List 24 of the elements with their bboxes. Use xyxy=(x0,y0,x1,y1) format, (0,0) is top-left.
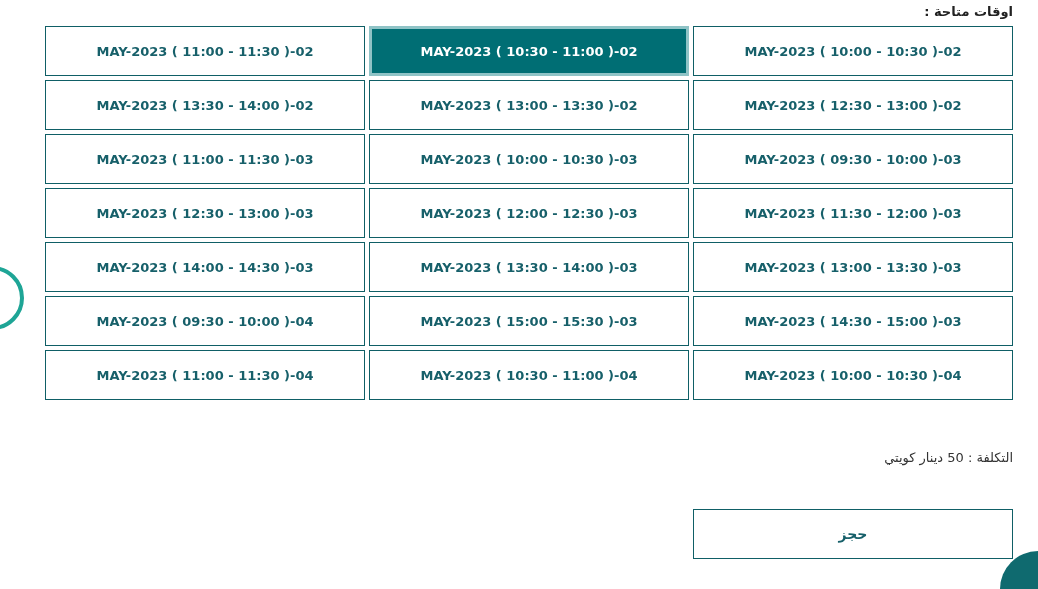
time-slot-button[interactable]: MAY-2023 ( 13:30 - 14:00 )-03 xyxy=(369,242,689,292)
time-slot-button[interactable]: MAY-2023 ( 10:00 - 10:30 )-04 xyxy=(693,350,1013,400)
time-slot-button[interactable]: MAY-2023 ( 11:00 - 11:30 )-04 xyxy=(45,350,365,400)
time-slot-button[interactable]: MAY-2023 ( 13:00 - 13:30 )-03 xyxy=(693,242,1013,292)
time-slot-button[interactable]: MAY-2023 ( 11:00 - 11:30 )-03 xyxy=(45,134,365,184)
time-slot-button[interactable]: MAY-2023 ( 09:30 - 10:00 )-04 xyxy=(45,296,365,346)
time-slot-button[interactable]: MAY-2023 ( 10:30 - 11:00 )-04 xyxy=(369,350,689,400)
time-slot-button[interactable]: MAY-2023 ( 10:00 - 10:30 )-02 xyxy=(693,26,1013,76)
time-slot-button[interactable]: MAY-2023 ( 12:00 - 12:30 )-03 xyxy=(369,188,689,238)
book-button[interactable]: حجز xyxy=(693,509,1013,559)
section-heading: اوقات متاحة : xyxy=(924,3,1013,21)
time-slot-button[interactable]: MAY-2023 ( 13:30 - 14:00 )-02 xyxy=(45,80,365,130)
time-slot-button[interactable]: MAY-2023 ( 14:30 - 15:00 )-03 xyxy=(693,296,1013,346)
time-slot-button[interactable]: MAY-2023 ( 12:30 - 13:00 )-02 xyxy=(693,80,1013,130)
time-slot-button[interactable]: MAY-2023 ( 15:00 - 15:30 )-03 xyxy=(369,296,689,346)
cost-text: التكلفة : 50 دينار كويتي xyxy=(884,450,1013,465)
time-slot-button[interactable]: MAY-2023 ( 12:30 - 13:00 )-03 xyxy=(45,188,365,238)
time-slot-button[interactable]: MAY-2023 ( 11:00 - 11:30 )-02 xyxy=(45,26,365,76)
time-slot-button[interactable]: MAY-2023 ( 11:30 - 12:00 )-03 xyxy=(693,188,1013,238)
time-slot-button[interactable]: MAY-2023 ( 10:00 - 10:30 )-03 xyxy=(369,134,689,184)
time-slot-button[interactable]: MAY-2023 ( 10:30 - 11:00 )-02 xyxy=(369,26,689,76)
time-slot-button[interactable]: MAY-2023 ( 14:00 - 14:30 )-03 xyxy=(45,242,365,292)
time-slot-button[interactable]: MAY-2023 ( 13:00 - 13:30 )-02 xyxy=(369,80,689,130)
time-slot-button[interactable]: MAY-2023 ( 09:30 - 10:00 )-03 xyxy=(693,134,1013,184)
